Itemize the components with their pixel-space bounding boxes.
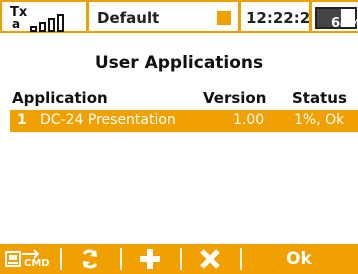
battery-icon: 64% [315,7,358,31]
cmd-label: CMD [24,258,50,269]
app-screen: Tx a Default 12:22:22 64% User Applicati… [0,0,358,274]
column-header-status: Status [292,89,347,107]
add-icon [140,249,160,269]
column-header-version: Version [203,89,267,107]
add-button[interactable] [120,244,180,274]
delete-icon [200,249,220,269]
row-application-name: DC-24 Presentation [40,112,176,128]
tx-antenna-label: a [12,17,21,31]
transmitter-cmd-button[interactable]: CMD [0,244,60,274]
clock-cell: 12:22:22 [239,0,321,33]
refresh-button[interactable] [60,244,120,274]
ok-button[interactable]: Ok [240,244,358,274]
row-version: 1.00 [233,112,265,128]
row-status: 1%, Ok [294,112,345,128]
model-color-swatch [217,11,231,25]
page-title: User Applications [94,53,264,73]
ok-label: Ok [286,249,312,269]
bottom-toolbar: CMD Ok [0,244,358,274]
refresh-icon [82,249,98,269]
battery-cell: 64% [310,0,358,33]
delete-button[interactable] [180,244,240,274]
status-bar: Tx a Default 12:22:22 64% [0,0,358,36]
battery-percent: 64% [331,16,358,31]
table-row[interactable]: 1 DC-24 Presentation 1.00 1%, Ok [10,110,358,132]
model-name-cell: Default [87,0,240,33]
tx-signal-indicator: Tx a [0,0,88,33]
column-header-application: Application [12,89,108,107]
row-index: 1 [17,112,27,128]
model-name: Default [97,9,160,27]
signal-bars-icon [26,10,76,32]
